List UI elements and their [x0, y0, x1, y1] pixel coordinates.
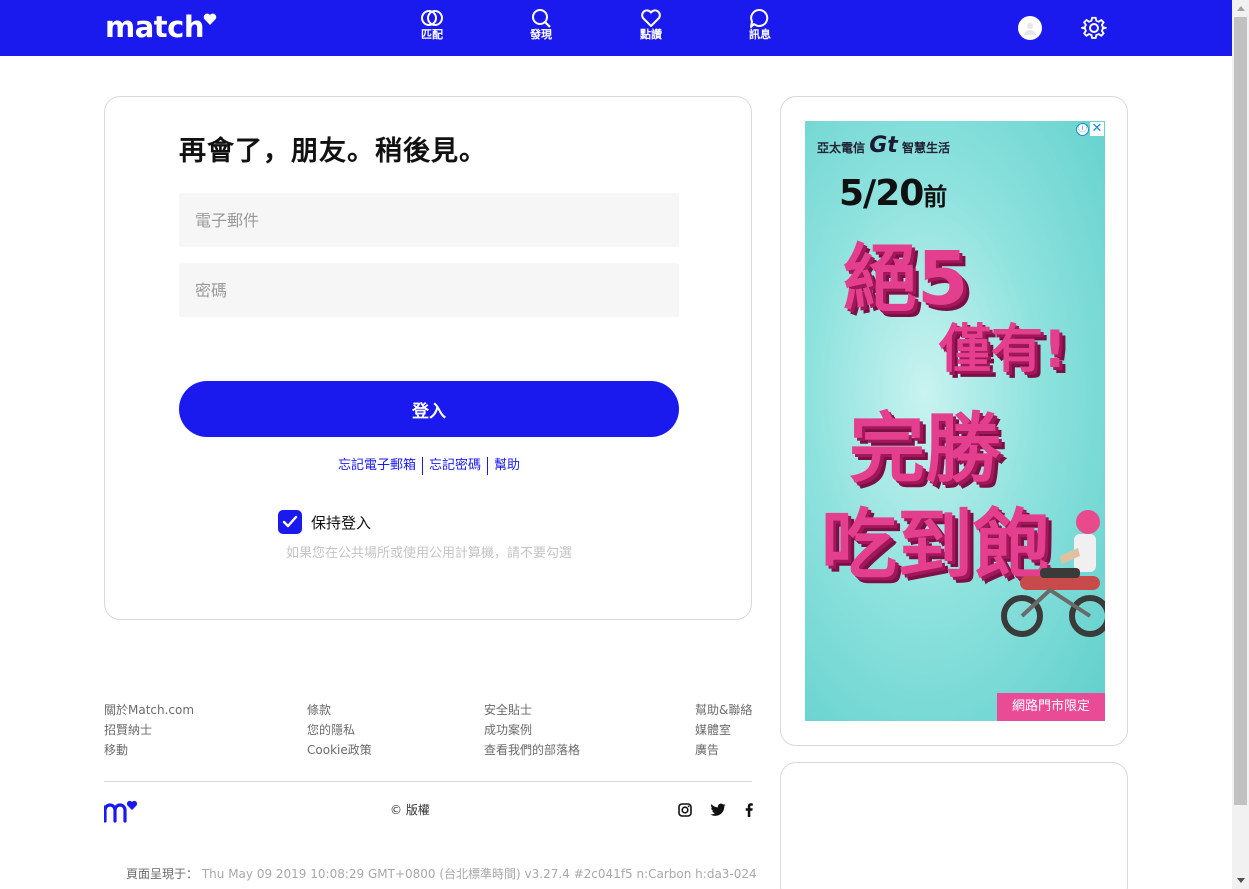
nav-discover[interactable]: 發現: [511, 8, 571, 41]
footer-link-mobile[interactable]: 移動: [104, 740, 194, 760]
match-m-logo-icon[interactable]: [104, 797, 140, 823]
ad-container: 亞太電信 Gt 智慧生活 ⓘ ✕ 5/20前 絕5 僅有! 完勝 吃到飽 網路門…: [780, 96, 1128, 746]
scroll-up-arrow-icon[interactable]: [1232, 0, 1249, 17]
remember-me[interactable]: 保持登入: [278, 510, 371, 534]
nav-likes[interactable]: 點讚: [621, 8, 681, 41]
logo-heart-icon: [203, 13, 217, 25]
footer-column-legal: 條款 您的隱私 Cookie政策: [307, 700, 372, 760]
footer-link-privacy[interactable]: 您的隱私: [307, 720, 372, 740]
copyright-text[interactable]: © 版權: [390, 801, 430, 818]
nav-match[interactable]: 匹配: [402, 8, 462, 41]
settings-gear-icon[interactable]: [1081, 15, 1107, 41]
build-info: 頁面呈現于： Thu May 09 2019 10:08:29 GMT+0800…: [126, 865, 757, 882]
help-link[interactable]: 幫助: [488, 458, 526, 473]
footer-column-safety: 安全貼士 成功案例 查看我們的部落格: [484, 700, 580, 760]
ad-badge: 網路門市限定: [997, 693, 1105, 721]
instagram-icon[interactable]: [678, 803, 692, 817]
footer-link-press[interactable]: 媒體室: [695, 720, 752, 740]
footer-link-cookie[interactable]: Cookie政策: [307, 740, 372, 760]
match-logo[interactable]: match: [105, 10, 217, 44]
forgot-email-link[interactable]: 忘記電子郵箱: [332, 458, 422, 473]
footer-link-blog[interactable]: 查看我們的部落格: [484, 740, 580, 760]
password-field[interactable]: [179, 263, 679, 317]
heart-icon: [641, 9, 661, 27]
build-label: 頁面呈現于：: [126, 867, 199, 881]
nav-discover-label: 發現: [530, 28, 552, 41]
vertical-scrollbar[interactable]: [1232, 0, 1249, 889]
advertisement-banner[interactable]: 亞太電信 Gt 智慧生活 ⓘ ✕ 5/20前 絕5 僅有! 完勝 吃到飽 網路門…: [805, 121, 1105, 721]
nav-messages-label: 訊息: [749, 28, 771, 41]
ad-brand: 亞太電信 Gt 智慧生活: [817, 133, 950, 158]
page-title: 再會了，朋友。稍後見。: [179, 136, 487, 167]
help-links: 忘記電子郵箱 忘記密碼 幫助: [105, 454, 753, 475]
ad-headline-3: 完勝: [849, 404, 1001, 493]
login-button[interactable]: 登入: [179, 381, 679, 437]
footer-link-safety[interactable]: 安全貼士: [484, 700, 580, 720]
login-card: 再會了，朋友。稍後見。 登入 忘記電子郵箱忘記密碼幫助 保持登入 如果您在公共場…: [104, 96, 752, 620]
secondary-ad-container: [780, 762, 1128, 889]
search-icon: [532, 9, 551, 28]
checkmark-icon: [282, 515, 298, 528]
remember-me-checkbox[interactable]: [278, 510, 302, 534]
build-details: Thu May 09 2019 10:08:29 GMT+0800 (台北標準時…: [201, 867, 757, 881]
profile-avatar[interactable]: [1018, 16, 1042, 40]
email-field[interactable]: [179, 193, 679, 247]
nav-messages[interactable]: 訊息: [730, 8, 790, 41]
ad-close-icon[interactable]: ✕: [1090, 122, 1104, 136]
footer-link-success[interactable]: 成功案例: [484, 720, 580, 740]
footer-link-about[interactable]: 關於Match.com: [104, 700, 194, 720]
remember-me-label: 保持登入: [311, 513, 372, 532]
footer-link-careers[interactable]: 招賢納士: [104, 720, 194, 740]
ad-date: 5/20前: [839, 173, 947, 214]
ad-info-icon[interactable]: ⓘ: [1076, 123, 1089, 136]
remember-me-note: 如果您在公共場所或使用公用計算機，請不要勾選: [285, 546, 572, 561]
footer-column-help: 幫助&聯絡 媒體室 廣告: [695, 700, 752, 760]
chat-bubble-icon: [750, 8, 769, 28]
facebook-icon[interactable]: [744, 803, 754, 817]
top-navigation-bar: match 匹配 發現 點讚 訊息: [0, 0, 1232, 56]
user-silhouette-icon: [1024, 23, 1036, 35]
scroll-thumb[interactable]: [1234, 17, 1247, 805]
footer-divider: [104, 781, 752, 782]
twitter-icon[interactable]: [710, 803, 726, 817]
footer-link-terms[interactable]: 條款: [307, 700, 372, 720]
motorcycle-rider-illustration: [1001, 510, 1105, 637]
match-rings-icon: [421, 10, 443, 26]
nav-likes-label: 點讚: [640, 28, 662, 41]
forgot-password-link[interactable]: 忘記密碼: [423, 458, 487, 473]
footer-link-help-contact[interactable]: 幫助&聯絡: [695, 700, 752, 720]
scroll-down-arrow-icon[interactable]: [1232, 872, 1249, 889]
logo-text: match: [105, 10, 205, 44]
nav-match-label: 匹配: [421, 28, 443, 41]
footer-link-advertise[interactable]: 廣告: [695, 740, 752, 760]
footer-column-about: 關於Match.com 招賢納士 移動: [104, 700, 194, 760]
ad-headline-2: 僅有!: [939, 320, 1067, 380]
